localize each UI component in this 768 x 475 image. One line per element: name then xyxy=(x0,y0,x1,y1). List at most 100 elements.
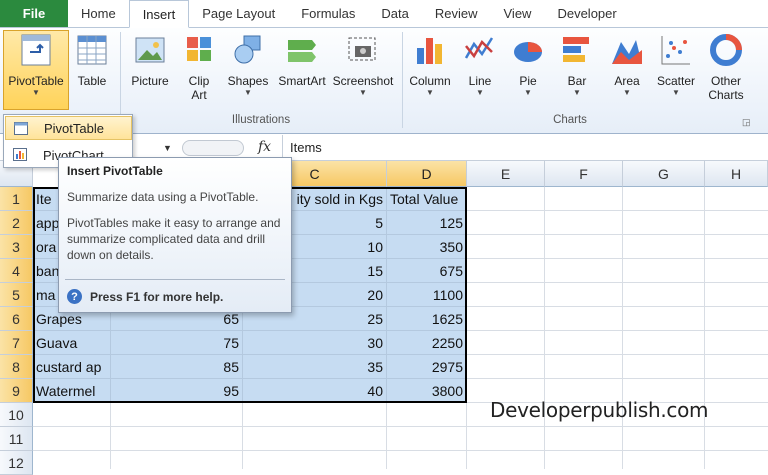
tab-file[interactable]: File xyxy=(0,0,68,27)
picture-button[interactable]: Picture xyxy=(128,32,172,114)
cell-d3[interactable]: 350 xyxy=(387,235,467,259)
area-chart-button[interactable]: Area ▼ xyxy=(606,32,648,114)
tab-view[interactable]: View xyxy=(491,0,545,27)
table-button[interactable]: Table xyxy=(72,32,112,114)
pivottable-icon xyxy=(18,32,54,68)
bar-chart-button[interactable]: Bar ▼ xyxy=(557,32,597,114)
row-header[interactable]: 10 xyxy=(0,403,33,427)
cell-a8[interactable]: custard ap xyxy=(33,355,111,379)
other-charts-icon xyxy=(708,32,744,68)
cell-c7[interactable]: 30 xyxy=(243,331,387,355)
row-header[interactable]: 5 xyxy=(0,283,33,307)
cell-c8[interactable]: 35 xyxy=(243,355,387,379)
cell-b8[interactable]: 85 xyxy=(111,355,243,379)
column-header-d[interactable]: D xyxy=(387,161,467,187)
cell-d4[interactable]: 675 xyxy=(387,259,467,283)
scatter-chart-label: Scatter xyxy=(656,74,695,88)
screenshot-icon xyxy=(345,32,381,68)
cell-a9[interactable]: Watermel xyxy=(33,379,111,403)
other-charts-button[interactable]: Other Charts xyxy=(702,32,750,114)
tab-data[interactable]: Data xyxy=(368,0,421,27)
smartart-label: SmartArt xyxy=(278,74,326,88)
smartart-button[interactable]: SmartArt xyxy=(276,32,328,114)
pie-chart-icon xyxy=(510,32,546,68)
clip-art-button[interactable]: Clip Art xyxy=(180,32,218,114)
bar-chart-icon xyxy=(559,32,595,68)
scatter-chart-button[interactable]: Scatter ▼ xyxy=(653,32,699,114)
group-charts-label: Charts xyxy=(553,114,587,126)
chevron-down-icon: ▼ xyxy=(426,88,434,97)
pie-chart-label: Pie xyxy=(519,74,537,88)
cell-a7[interactable]: Guava xyxy=(33,331,111,355)
column-header-g[interactable]: G xyxy=(623,161,705,187)
cell-d6[interactable]: 1625 xyxy=(387,307,467,331)
formula-input[interactable]: Items xyxy=(290,140,322,155)
tooltip-divider xyxy=(65,279,285,280)
formula-expand-control[interactable] xyxy=(182,140,244,156)
cell-c9[interactable]: 40 xyxy=(243,379,387,403)
row-header[interactable]: 8 xyxy=(0,355,33,379)
chevron-down-icon: ▼ xyxy=(524,88,532,97)
tooltip-help: ? Press F1 for more help. xyxy=(67,289,223,304)
other-charts-label-1: Other xyxy=(710,74,741,88)
cell-d1[interactable]: Total Value xyxy=(387,187,467,211)
row-header[interactable]: 7 xyxy=(0,331,33,355)
clip-art-label-1: Clip xyxy=(188,74,210,88)
column-header-f[interactable]: F xyxy=(545,161,623,187)
watermark-text: Developerpublish.com xyxy=(490,398,709,422)
tooltip-line2: PivotTables make it easy to arrange and … xyxy=(67,216,281,262)
tooltip-title: Insert PivotTable xyxy=(67,164,163,178)
help-icon: ? xyxy=(67,289,82,304)
table-label: Table xyxy=(77,74,107,88)
clip-art-icon xyxy=(181,32,217,68)
chevron-down-icon: ▼ xyxy=(573,88,581,97)
column-header-h[interactable]: H xyxy=(705,161,768,187)
menu-item-pivottable[interactable]: PivotTable xyxy=(5,116,132,140)
row-header[interactable]: 11 xyxy=(0,427,33,451)
column-header-e[interactable]: E xyxy=(467,161,545,187)
tab-developer[interactable]: Developer xyxy=(544,0,629,27)
fx-icon[interactable]: fx xyxy=(258,139,271,155)
row-header[interactable]: 4 xyxy=(0,259,33,283)
pivotchart-small-icon xyxy=(13,148,27,161)
screenshot-label: Screenshot xyxy=(332,74,394,88)
tab-home[interactable]: Home xyxy=(68,0,129,27)
tab-formulas[interactable]: Formulas xyxy=(288,0,368,27)
cell-b7[interactable]: 75 xyxy=(111,331,243,355)
pivottable-button[interactable]: PivotTable ▼ xyxy=(4,32,68,114)
cell-d9[interactable]: 3800 xyxy=(387,379,467,403)
area-chart-icon xyxy=(609,32,645,68)
row-header[interactable]: 3 xyxy=(0,235,33,259)
tab-review[interactable]: Review xyxy=(422,0,491,27)
screenshot-button[interactable]: Screenshot ▼ xyxy=(332,32,394,114)
dialog-launcher-icon[interactable]: ◲ xyxy=(742,117,751,128)
row-header[interactable]: 6 xyxy=(0,307,33,331)
chevron-down-icon: ▼ xyxy=(359,88,367,97)
cell-d7[interactable]: 2250 xyxy=(387,331,467,355)
chevron-down-icon: ▼ xyxy=(244,88,252,97)
row-header[interactable]: 1 xyxy=(0,187,33,211)
area-chart-label: Area xyxy=(614,74,640,88)
pivottable-small-icon xyxy=(14,122,28,135)
cell-d5[interactable]: 1100 xyxy=(387,283,467,307)
row-header[interactable]: 9 xyxy=(0,379,33,403)
pie-chart-button[interactable]: Pie ▼ xyxy=(508,32,548,114)
cell-d8[interactable]: 2975 xyxy=(387,355,467,379)
row-header[interactable]: 2 xyxy=(0,211,33,235)
line-chart-button[interactable]: Line ▼ xyxy=(460,32,500,114)
cell-d2[interactable]: 125 xyxy=(387,211,467,235)
name-box-dropdown-icon[interactable]: ▼ xyxy=(163,143,172,153)
tab-insert[interactable]: Insert xyxy=(128,0,190,28)
insert-pivottable-tooltip: Insert PivotTable Summarize data using a… xyxy=(58,157,292,313)
column-chart-label: Column xyxy=(409,74,451,88)
other-charts-label-2: Charts xyxy=(708,88,744,102)
smartart-icon xyxy=(284,32,320,68)
shapes-button[interactable]: Shapes ▼ xyxy=(226,32,270,114)
row-header[interactable]: 12 xyxy=(0,451,33,475)
column-chart-button[interactable]: Column ▼ xyxy=(406,32,454,114)
cell-b9[interactable]: 95 xyxy=(111,379,243,403)
tooltip-line1: Summarize data using a PivotTable. xyxy=(67,190,259,204)
clip-art-label-2: Art xyxy=(191,88,207,102)
ribbon-tabs: File Home Insert Page Layout Formulas Da… xyxy=(0,0,768,28)
tab-page-layout[interactable]: Page Layout xyxy=(189,0,288,27)
